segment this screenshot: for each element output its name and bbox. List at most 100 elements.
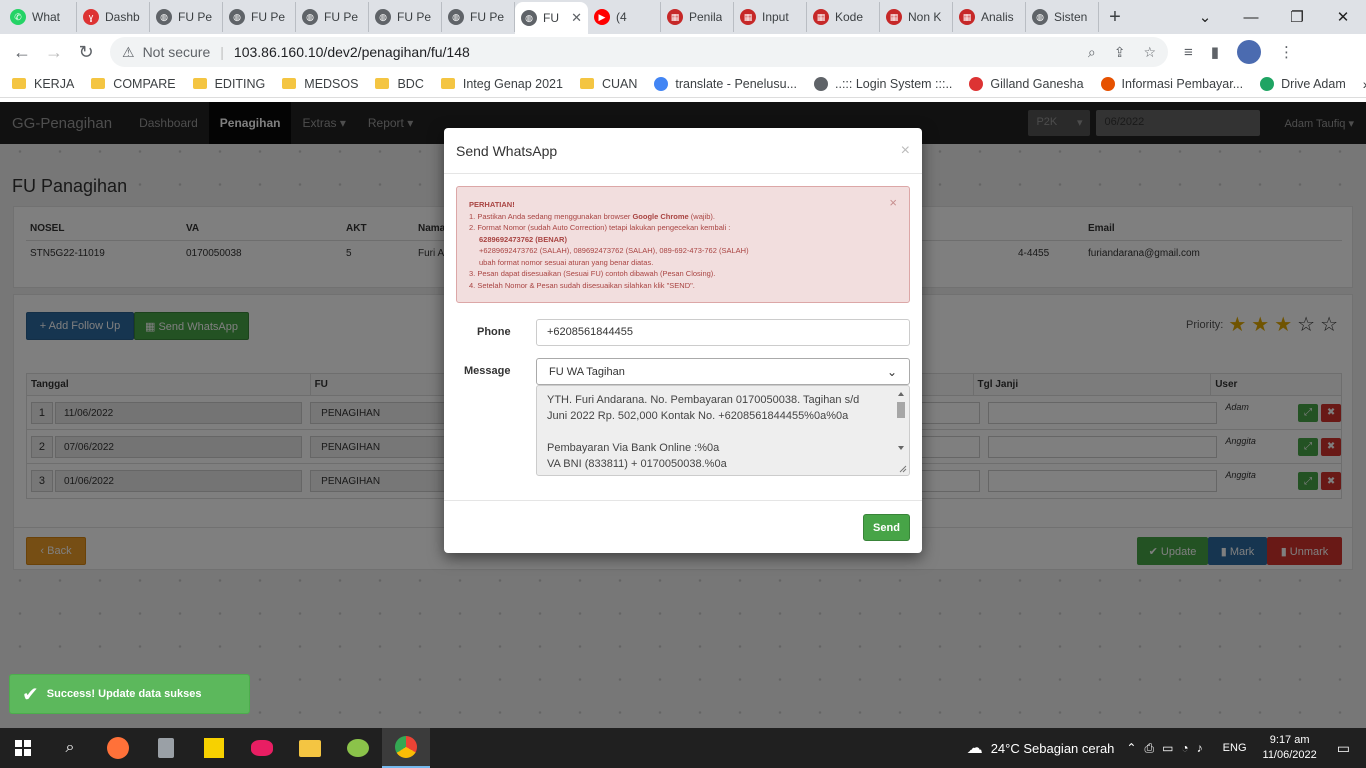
snipping-tool-icon[interactable] <box>238 728 286 768</box>
bookmark-item[interactable]: MEDSOS <box>282 77 358 91</box>
bookmark-item[interactable]: Integ Genap 2021 <box>440 77 563 91</box>
bookmark-item[interactable]: ..::: Login System :::.. <box>814 76 952 91</box>
address-toolbar: ← → ↻ ⚠ Not secure | 103.86.160.10/dev2/… <box>0 34 1366 70</box>
browser-tab[interactable]: ▦ Analis <box>953 2 1026 32</box>
tab-favicon-icon: ◍ <box>375 9 391 25</box>
bookmark-item[interactable]: KERJA <box>12 77 74 91</box>
tab-title: Dashb <box>105 10 140 24</box>
message-textarea[interactable]: YTH. Furi Andarana. No. Pembayaran 01700… <box>536 385 910 476</box>
tab-search-icon[interactable]: ⌄ <box>1182 8 1228 26</box>
browser-tab[interactable]: ▦ Kode <box>807 2 880 32</box>
window-controls: ⌄ — ❐ ✕ <box>1182 0 1366 34</box>
bookmark-label: MEDSOS <box>304 76 359 91</box>
language-indicator[interactable]: ENG <box>1223 742 1247 754</box>
folder-icon <box>282 78 297 89</box>
paint-icon[interactable] <box>334 728 382 768</box>
message-line <box>547 424 899 440</box>
browser-tab[interactable]: ✆ What <box>4 2 77 32</box>
bookmark-item[interactable]: EDITING <box>192 76 266 91</box>
reading-list-icon[interactable]: ≡ <box>1184 44 1193 61</box>
alert-correct-text: 6289692473762 (BENAR) <box>479 234 567 244</box>
calculator-icon[interactable] <box>142 728 190 768</box>
browser-tab[interactable]: ɣ Dashb <box>77 2 150 32</box>
tab-favicon-icon: ◍ <box>156 9 172 25</box>
bookmark-item[interactable]: Informasi Pembayar... <box>1100 76 1243 91</box>
search-icon[interactable]: ⌕ <box>46 728 94 768</box>
message-template-value: FU WA Tagihan <box>549 365 625 378</box>
browser-tab[interactable]: ◍ FU Pe <box>369 2 442 32</box>
tab-favicon-icon: ◍ <box>521 10 537 26</box>
bookmark-label: EDITING <box>214 76 266 91</box>
message-line: YTH. Furi Andarana. No. Pembayaran 01700… <box>547 394 860 406</box>
minimize-button[interactable]: — <box>1228 9 1274 26</box>
bookmark-item[interactable]: BDC <box>375 77 424 91</box>
start-windows-icon[interactable] <box>0 728 46 768</box>
notification-icon[interactable]: ▭ <box>1337 740 1350 757</box>
url-text[interactable]: 103.86.160.10/dev2/penagihan/fu/148 <box>234 44 470 60</box>
browser-tab[interactable]: ◍ FU Pe <box>442 2 515 32</box>
tray-icons[interactable]: ⌃⎙▭◔♪ <box>1126 741 1210 756</box>
file-explorer-icon[interactable] <box>286 728 334 768</box>
alert-close-icon[interactable]: × <box>889 196 897 208</box>
alert-chrome-text: Google Chrome <box>632 211 689 221</box>
send-button[interactable]: Send <box>863 514 910 541</box>
tab-favicon-icon: ▶ <box>594 9 610 25</box>
browser-tab[interactable]: ▶ (4 <box>588 2 661 32</box>
browser-tab[interactable]: ◍ FU Pe <box>223 2 296 32</box>
tab-favicon-icon: ▦ <box>959 9 975 25</box>
textarea-scrollbar[interactable] <box>895 388 907 460</box>
bookmark-item[interactable]: translate - Penelusu... <box>654 76 797 91</box>
sticky-notes-icon[interactable] <box>190 728 238 768</box>
tab-favicon-icon: ◍ <box>229 9 245 25</box>
browser-tab[interactable]: ▦ Input <box>734 2 807 32</box>
phone-input[interactable]: +6208561844455 <box>536 319 910 346</box>
clock-time: 9:17 am <box>1269 734 1310 746</box>
zoom-icon[interactable]: ⌕ <box>1088 44 1096 61</box>
tab-title: Non K <box>908 10 942 24</box>
chrome-icon[interactable] <box>382 728 430 768</box>
resize-handle-icon[interactable] <box>897 463 907 473</box>
browser-tab[interactable]: ▦ Penila <box>661 2 734 32</box>
back-arrow-icon[interactable]: ← <box>6 42 38 63</box>
tab-title: FU <box>543 11 559 25</box>
firefox-icon[interactable] <box>94 728 142 768</box>
not-secure-label[interactable]: Not secure <box>143 44 211 60</box>
weather-widget[interactable]: ☁ 24°C Sebagian cerah <box>967 738 1115 758</box>
profile-avatar[interactable] <box>1237 40 1262 64</box>
browser-tab[interactable]: ◍ FU Pe <box>150 2 223 32</box>
tab-favicon-icon: ◍ <box>1032 9 1048 25</box>
bookmark-label: translate - Penelusu... <box>675 76 797 91</box>
bookmark-item[interactable]: CUAN <box>579 77 637 91</box>
new-tab-button[interactable]: + <box>1099 2 1131 32</box>
success-toast: ✔ Success! Update data sukses <box>9 674 250 714</box>
tab-favicon-icon: ▦ <box>740 9 756 25</box>
message-template-select[interactable]: FU WA Tagihan ⌄ <box>536 358 910 385</box>
browser-tab[interactable]: ◍ Sisten <box>1026 2 1099 32</box>
browser-tab[interactable]: ◍ FU Pe <box>296 2 369 32</box>
reload-icon[interactable]: ↻ <box>70 42 102 63</box>
send-whatsapp-modal: Send WhatsApp × × PERHATIAN! 1. Pastikan… <box>444 128 922 553</box>
modal-close-icon[interactable]: × <box>901 142 910 160</box>
close-window-button[interactable]: ✕ <box>1320 8 1366 26</box>
site-favicon-icon <box>654 76 669 91</box>
clock[interactable]: 9:17 am 11/06/2022 <box>1263 733 1317 763</box>
tab-close-icon[interactable]: ✕ <box>571 10 582 26</box>
restore-button[interactable]: ❐ <box>1274 8 1320 26</box>
omnibox[interactable]: ⚠ Not secure | 103.86.160.10/dev2/penagi… <box>110 37 1168 67</box>
bookmark-item[interactable]: COMPARE <box>91 77 176 91</box>
folder-icon <box>12 78 26 89</box>
browser-tab[interactable]: ◍ FU ✕ <box>515 2 588 34</box>
tab-title: FU Pe <box>178 10 213 24</box>
forward-arrow-icon[interactable]: → <box>38 42 70 63</box>
bookmark-star-icon[interactable]: ☆ <box>1143 44 1156 61</box>
side-panel-icon[interactable]: ▮ <box>1211 43 1219 61</box>
menu-kebab-icon[interactable]: ⋮ <box>1279 43 1294 61</box>
share-icon[interactable]: ⇪ <box>1114 44 1126 61</box>
bookmark-item[interactable]: Drive Adam <box>1260 76 1346 91</box>
tab-favicon-icon: ▦ <box>667 9 683 25</box>
tab-favicon-icon: ▦ <box>886 9 902 25</box>
tab-title: Analis <box>981 10 1014 24</box>
bookmark-item[interactable]: Gilland Ganesha <box>969 76 1084 91</box>
tab-favicon-icon: ɣ <box>83 9 99 25</box>
browser-tab[interactable]: ▦ Non K <box>880 2 953 32</box>
